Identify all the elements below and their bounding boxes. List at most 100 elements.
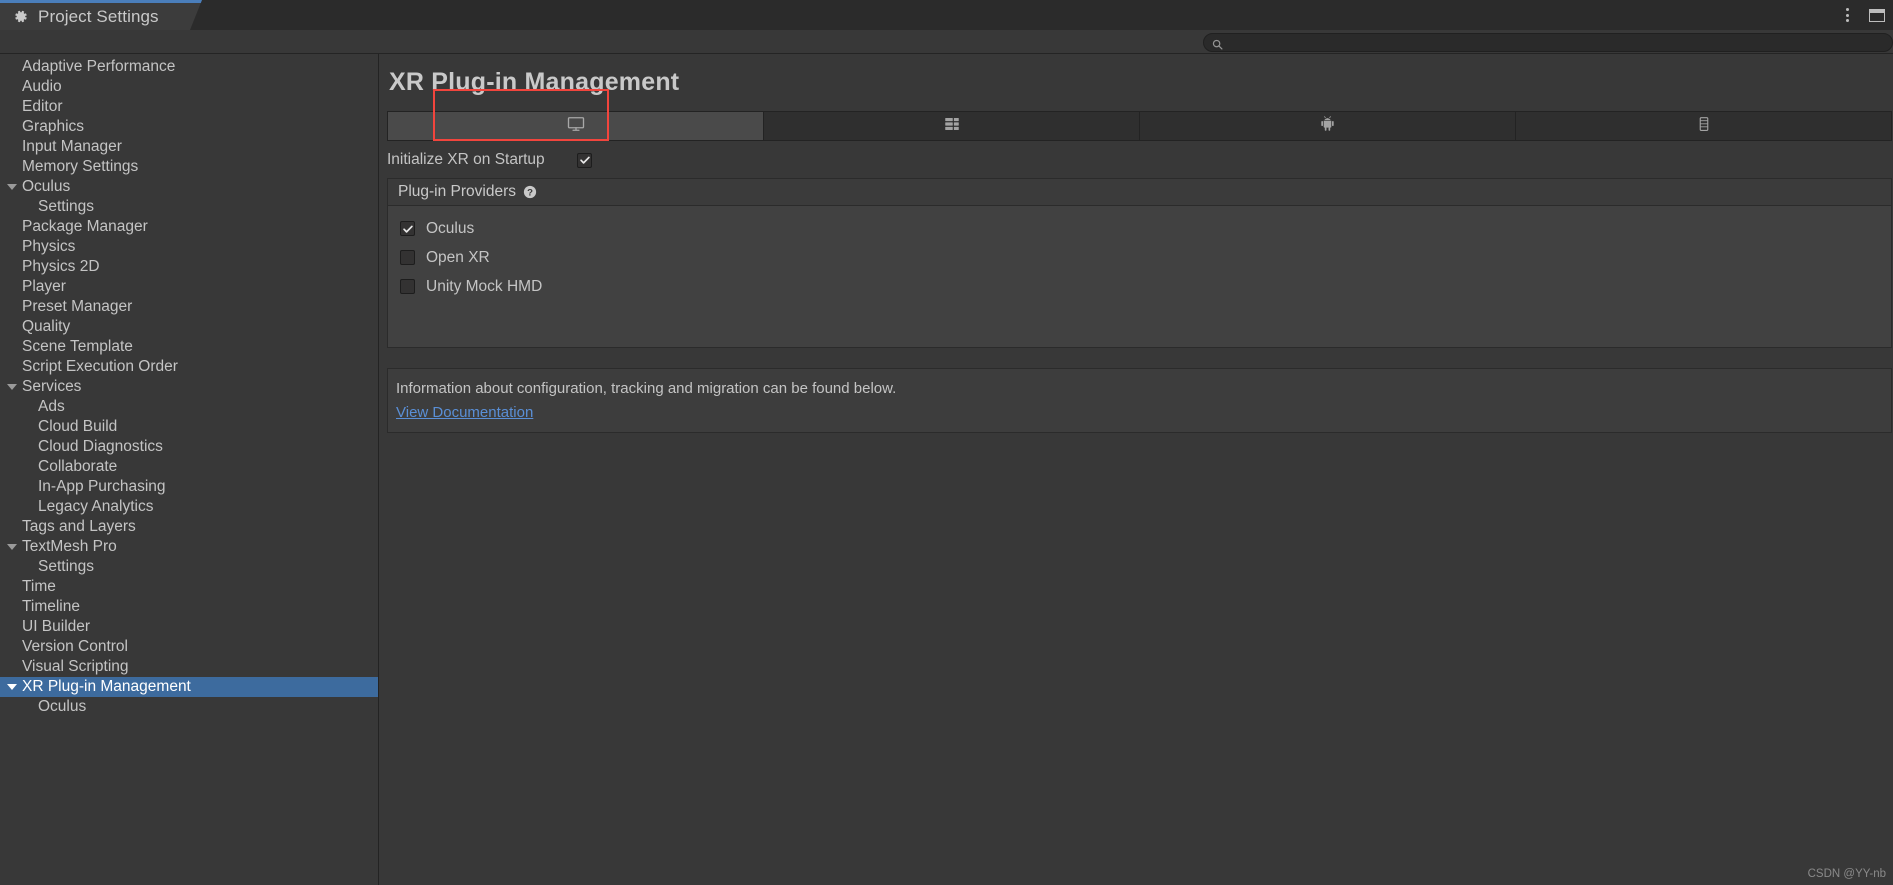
sidebar-item-time[interactable]: Time — [0, 577, 378, 597]
provider-checkbox-unity-mock-hmd[interactable] — [400, 279, 415, 294]
sidebar-item-label: Oculus — [22, 178, 71, 195]
sidebar-item-label: Editor — [22, 98, 63, 115]
search-bar[interactable] — [1203, 33, 1893, 52]
sidebar-item-ads[interactable]: Ads — [0, 397, 378, 417]
plugin-providers-header: Plug-in Providers ? — [388, 179, 1891, 206]
settings-main-panel: XR Plug-in Management Initialize XR on S… — [379, 54, 1893, 885]
sidebar-item-label: TextMesh Pro — [22, 538, 117, 555]
provider-label: Unity Mock HMD — [426, 277, 543, 295]
sidebar-item-label: Quality — [22, 318, 71, 335]
sidebar-item-label: XR Plug-in Management — [22, 678, 191, 695]
checkmark-icon — [579, 154, 591, 166]
sidebar-item-cloud-build[interactable]: Cloud Build — [0, 417, 378, 437]
sidebar-item-quality[interactable]: Quality — [0, 317, 378, 337]
sidebar-item-label: Scene Template — [22, 338, 133, 355]
sidebar-item-label: Oculus — [38, 698, 87, 715]
search-input[interactable] — [1229, 35, 1884, 50]
tab-project-settings[interactable]: Project Settings — [0, 0, 202, 30]
sidebar-item-label: Preset Manager — [22, 298, 133, 315]
platform-tab-dedicated-server[interactable] — [764, 112, 1140, 140]
plugin-providers-list: Oculus Open XR Unity Mock HMD — [388, 206, 1891, 311]
sidebar-item-preset-manager[interactable]: Preset Manager — [0, 297, 378, 317]
plugin-providers-box: Plug-in Providers ? Oculus Open XR Unity M… — [387, 178, 1892, 348]
initialize-xr-checkbox[interactable] — [577, 152, 592, 168]
sidebar-item-ui-builder[interactable]: UI Builder — [0, 617, 378, 637]
monitor-icon — [566, 114, 586, 139]
platform-tab-desktop[interactable] — [388, 112, 764, 140]
sidebar-item-label: In-App Purchasing — [38, 478, 166, 495]
sidebar-item-oculus[interactable]: Oculus — [0, 177, 378, 197]
tab-label: Project Settings — [38, 6, 159, 26]
android-icon — [1318, 114, 1337, 138]
sidebar-item-legacy-analytics[interactable]: Legacy Analytics — [0, 497, 378, 517]
provider-row: Oculus — [400, 214, 1891, 243]
sidebar-item-cloud-diagnostics[interactable]: Cloud Diagnostics — [0, 437, 378, 457]
expand-triangle-icon[interactable] — [4, 184, 20, 190]
platform-tab-bar[interactable] — [387, 111, 1892, 141]
sidebar-item-label: Version Control — [22, 638, 128, 655]
sidebar-item-label: Memory Settings — [22, 158, 139, 175]
provider-checkbox-open-xr[interactable] — [400, 250, 415, 265]
project-settings-window: Project Settings Adaptive Performance Aud… — [0, 0, 1893, 885]
provider-row: Open XR — [400, 243, 1891, 272]
provider-label: Oculus — [426, 219, 475, 237]
uwp-icon — [1695, 115, 1713, 138]
expand-triangle-icon[interactable] — [4, 544, 20, 550]
plugin-providers-title: Plug-in Providers — [398, 183, 517, 200]
kebab-menu-icon[interactable] — [1840, 4, 1855, 26]
sidebar-item-package-manager[interactable]: Package Manager — [0, 217, 378, 237]
sidebar-item-label: Physics — [22, 238, 76, 255]
sidebar-item-player[interactable]: Player — [0, 277, 378, 297]
sidebar-item-audio[interactable]: Audio — [0, 77, 378, 97]
provider-row: Unity Mock HMD — [400, 272, 1891, 301]
sidebar-item-visual-scripting[interactable]: Visual Scripting — [0, 657, 378, 677]
sidebar-item-textmesh-pro[interactable]: TextMesh Pro — [0, 537, 378, 557]
sidebar-item-graphics[interactable]: Graphics — [0, 117, 378, 137]
sidebar-item-settings[interactable]: Settings — [0, 197, 378, 217]
sidebar-item-adaptive-performance[interactable]: Adaptive Performance — [0, 57, 378, 77]
sidebar-item-memory-settings[interactable]: Memory Settings — [0, 157, 378, 177]
initialize-xr-label: Initialize XR on Startup — [387, 151, 545, 168]
sidebar-item-label: Tags and Layers — [22, 518, 136, 535]
initialize-xr-row: Initialize XR on Startup — [387, 146, 1892, 174]
sidebar-item-label: UI Builder — [22, 618, 91, 635]
sidebar-item-input-manager[interactable]: Input Manager — [0, 137, 378, 157]
sidebar-item-physics-2d[interactable]: Physics 2D — [0, 257, 378, 277]
settings-toolbar — [0, 30, 1893, 54]
sidebar-item-label: Settings — [38, 558, 95, 575]
sidebar-item-label: Physics 2D — [22, 258, 100, 275]
sidebar-item-label: Cloud Diagnostics — [38, 438, 163, 455]
sidebar-item-label: Visual Scripting — [22, 658, 129, 675]
sidebar-item-script-execution-order[interactable]: Script Execution Order — [0, 357, 378, 377]
sidebar-item-editor[interactable]: Editor — [0, 97, 378, 117]
watermark: CSDN @YY-nb — [1807, 868, 1886, 880]
info-text: Information about configuration, trackin… — [396, 380, 897, 397]
sidebar-item-physics[interactable]: Physics — [0, 237, 378, 257]
settings-sidebar[interactable]: Adaptive Performance Audio Editor Graphics I… — [0, 54, 379, 885]
sidebar-item-oculus[interactable]: Oculus — [0, 697, 378, 717]
platform-tab-android[interactable] — [1140, 112, 1516, 140]
sidebar-item-label: Input Manager — [22, 138, 122, 155]
sidebar-item-scene-template[interactable]: Scene Template — [0, 337, 378, 357]
sidebar-item-label: Legacy Analytics — [38, 498, 154, 515]
sidebar-item-tags-and-layers[interactable]: Tags and Layers — [0, 517, 378, 537]
provider-checkbox-oculus[interactable] — [400, 221, 415, 236]
xr-settings-panel: Initialize XR on Startup Plug-in Provide… — [382, 89, 1893, 433]
sidebar-item-services[interactable]: Services — [0, 377, 378, 397]
sidebar-item-collaborate[interactable]: Collaborate — [0, 457, 378, 477]
sidebar-item-xr-plug-in-management[interactable]: XR Plug-in Management — [0, 677, 378, 697]
help-icon[interactable]: ? — [523, 185, 537, 199]
expand-triangle-icon[interactable] — [4, 384, 20, 390]
settings-body: Adaptive Performance Audio Editor Graphics I… — [0, 54, 1893, 885]
sidebar-item-timeline[interactable]: Timeline — [0, 597, 378, 617]
view-documentation-link[interactable]: View Documentation — [396, 404, 533, 421]
sidebar-item-in-app-purchasing[interactable]: In-App Purchasing — [0, 477, 378, 497]
sidebar-item-settings[interactable]: Settings — [0, 557, 378, 577]
platform-tab-universal-windows-platform[interactable] — [1516, 112, 1891, 140]
maximize-window-icon[interactable] — [1869, 8, 1885, 22]
expand-triangle-icon[interactable] — [4, 684, 20, 690]
sidebar-item-label: Script Execution Order — [22, 358, 178, 375]
sidebar-item-version-control[interactable]: Version Control — [0, 637, 378, 657]
window-tools — [1840, 0, 1885, 30]
provider-label: Open XR — [426, 248, 490, 266]
